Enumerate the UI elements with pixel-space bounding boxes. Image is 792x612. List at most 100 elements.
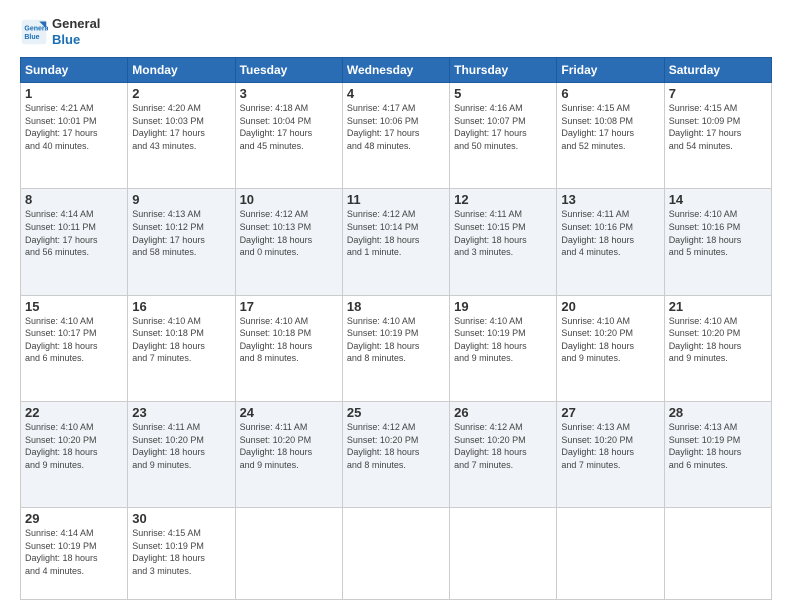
day-number: 23: [132, 405, 230, 420]
calendar-cell: 20Sunrise: 4:10 AMSunset: 10:20 PMDaylig…: [557, 295, 664, 401]
day-info: Sunrise: 4:21 AMSunset: 10:01 PMDaylight…: [25, 102, 123, 152]
calendar-cell: 22Sunrise: 4:10 AMSunset: 10:20 PMDaylig…: [21, 401, 128, 507]
day-number: 1: [25, 86, 123, 101]
day-info: Sunrise: 4:12 AMSunset: 10:13 PMDaylight…: [240, 208, 338, 258]
day-info: Sunrise: 4:10 AMSunset: 10:18 PMDaylight…: [240, 315, 338, 365]
calendar-cell: [450, 508, 557, 600]
calendar-header-wednesday: Wednesday: [342, 58, 449, 83]
calendar-cell: 29Sunrise: 4:14 AMSunset: 10:19 PMDaylig…: [21, 508, 128, 600]
day-info: Sunrise: 4:11 AMSunset: 10:20 PMDaylight…: [132, 421, 230, 471]
calendar-week-row: 1Sunrise: 4:21 AMSunset: 10:01 PMDayligh…: [21, 83, 772, 189]
day-info: Sunrise: 4:15 AMSunset: 10:08 PMDaylight…: [561, 102, 659, 152]
day-info: Sunrise: 4:10 AMSunset: 10:19 PMDaylight…: [347, 315, 445, 365]
calendar-cell: 6Sunrise: 4:15 AMSunset: 10:08 PMDayligh…: [557, 83, 664, 189]
day-info: Sunrise: 4:14 AMSunset: 10:11 PMDaylight…: [25, 208, 123, 258]
calendar-cell: 11Sunrise: 4:12 AMSunset: 10:14 PMDaylig…: [342, 189, 449, 295]
calendar-cell: 25Sunrise: 4:12 AMSunset: 10:20 PMDaylig…: [342, 401, 449, 507]
day-number: 12: [454, 192, 552, 207]
day-number: 26: [454, 405, 552, 420]
day-info: Sunrise: 4:10 AMSunset: 10:20 PMDaylight…: [25, 421, 123, 471]
calendar-cell: 17Sunrise: 4:10 AMSunset: 10:18 PMDaylig…: [235, 295, 342, 401]
day-info: Sunrise: 4:10 AMSunset: 10:16 PMDaylight…: [669, 208, 767, 258]
day-number: 5: [454, 86, 552, 101]
logo-line2: Blue: [52, 32, 100, 48]
day-number: 18: [347, 299, 445, 314]
calendar-header-thursday: Thursday: [450, 58, 557, 83]
calendar-header-tuesday: Tuesday: [235, 58, 342, 83]
day-number: 13: [561, 192, 659, 207]
logo-text: GeneralBlue: [52, 16, 100, 47]
day-number: 7: [669, 86, 767, 101]
calendar-week-row: 22Sunrise: 4:10 AMSunset: 10:20 PMDaylig…: [21, 401, 772, 507]
day-number: 8: [25, 192, 123, 207]
day-info: Sunrise: 4:10 AMSunset: 10:19 PMDaylight…: [454, 315, 552, 365]
day-info: Sunrise: 4:20 AMSunset: 10:03 PMDaylight…: [132, 102, 230, 152]
day-info: Sunrise: 4:11 AMSunset: 10:20 PMDaylight…: [240, 421, 338, 471]
day-number: 11: [347, 192, 445, 207]
calendar-header-sunday: Sunday: [21, 58, 128, 83]
calendar-cell: 16Sunrise: 4:10 AMSunset: 10:18 PMDaylig…: [128, 295, 235, 401]
calendar-table: SundayMondayTuesdayWednesdayThursdayFrid…: [20, 57, 772, 600]
calendar-cell: 10Sunrise: 4:12 AMSunset: 10:13 PMDaylig…: [235, 189, 342, 295]
day-number: 21: [669, 299, 767, 314]
day-number: 25: [347, 405, 445, 420]
day-number: 4: [347, 86, 445, 101]
calendar-week-row: 15Sunrise: 4:10 AMSunset: 10:17 PMDaylig…: [21, 295, 772, 401]
calendar-cell: 27Sunrise: 4:13 AMSunset: 10:20 PMDaylig…: [557, 401, 664, 507]
calendar-cell: 14Sunrise: 4:10 AMSunset: 10:16 PMDaylig…: [664, 189, 771, 295]
calendar-header-monday: Monday: [128, 58, 235, 83]
svg-text:Blue: Blue: [24, 34, 39, 41]
day-info: Sunrise: 4:10 AMSunset: 10:18 PMDaylight…: [132, 315, 230, 365]
day-info: Sunrise: 4:18 AMSunset: 10:04 PMDaylight…: [240, 102, 338, 152]
calendar-cell: 12Sunrise: 4:11 AMSunset: 10:15 PMDaylig…: [450, 189, 557, 295]
calendar-cell: 3Sunrise: 4:18 AMSunset: 10:04 PMDayligh…: [235, 83, 342, 189]
day-number: 16: [132, 299, 230, 314]
header: General Blue GeneralBlue: [20, 16, 772, 47]
day-number: 19: [454, 299, 552, 314]
day-info: Sunrise: 4:17 AMSunset: 10:06 PMDaylight…: [347, 102, 445, 152]
day-number: 20: [561, 299, 659, 314]
day-info: Sunrise: 4:10 AMSunset: 10:20 PMDaylight…: [669, 315, 767, 365]
day-number: 30: [132, 511, 230, 526]
calendar-cell: 21Sunrise: 4:10 AMSunset: 10:20 PMDaylig…: [664, 295, 771, 401]
day-info: Sunrise: 4:11 AMSunset: 10:15 PMDaylight…: [454, 208, 552, 258]
day-number: 9: [132, 192, 230, 207]
calendar-cell: 1Sunrise: 4:21 AMSunset: 10:01 PMDayligh…: [21, 83, 128, 189]
calendar-cell: 23Sunrise: 4:11 AMSunset: 10:20 PMDaylig…: [128, 401, 235, 507]
calendar-cell: 8Sunrise: 4:14 AMSunset: 10:11 PMDayligh…: [21, 189, 128, 295]
calendar-week-row: 29Sunrise: 4:14 AMSunset: 10:19 PMDaylig…: [21, 508, 772, 600]
day-number: 14: [669, 192, 767, 207]
day-info: Sunrise: 4:16 AMSunset: 10:07 PMDaylight…: [454, 102, 552, 152]
calendar-cell: [664, 508, 771, 600]
day-info: Sunrise: 4:13 AMSunset: 10:12 PMDaylight…: [132, 208, 230, 258]
day-number: 22: [25, 405, 123, 420]
calendar-cell: 19Sunrise: 4:10 AMSunset: 10:19 PMDaylig…: [450, 295, 557, 401]
day-number: 10: [240, 192, 338, 207]
calendar-cell: 5Sunrise: 4:16 AMSunset: 10:07 PMDayligh…: [450, 83, 557, 189]
page: General Blue GeneralBlue SundayMondayTue…: [0, 0, 792, 612]
day-number: 15: [25, 299, 123, 314]
day-number: 6: [561, 86, 659, 101]
calendar-header-row: SundayMondayTuesdayWednesdayThursdayFrid…: [21, 58, 772, 83]
day-info: Sunrise: 4:14 AMSunset: 10:19 PMDaylight…: [25, 527, 123, 577]
calendar-cell: 15Sunrise: 4:10 AMSunset: 10:17 PMDaylig…: [21, 295, 128, 401]
calendar-cell: 9Sunrise: 4:13 AMSunset: 10:12 PMDayligh…: [128, 189, 235, 295]
day-info: Sunrise: 4:10 AMSunset: 10:20 PMDaylight…: [561, 315, 659, 365]
calendar-cell: 13Sunrise: 4:11 AMSunset: 10:16 PMDaylig…: [557, 189, 664, 295]
day-number: 2: [132, 86, 230, 101]
day-info: Sunrise: 4:10 AMSunset: 10:17 PMDaylight…: [25, 315, 123, 365]
logo-icon: General Blue: [20, 18, 48, 46]
day-info: Sunrise: 4:12 AMSunset: 10:20 PMDaylight…: [347, 421, 445, 471]
day-info: Sunrise: 4:13 AMSunset: 10:20 PMDaylight…: [561, 421, 659, 471]
calendar-cell: [342, 508, 449, 600]
day-number: 28: [669, 405, 767, 420]
logo: General Blue GeneralBlue: [20, 16, 100, 47]
calendar-cell: 30Sunrise: 4:15 AMSunset: 10:19 PMDaylig…: [128, 508, 235, 600]
day-info: Sunrise: 4:11 AMSunset: 10:16 PMDaylight…: [561, 208, 659, 258]
calendar-cell: 28Sunrise: 4:13 AMSunset: 10:19 PMDaylig…: [664, 401, 771, 507]
calendar-cell: 24Sunrise: 4:11 AMSunset: 10:20 PMDaylig…: [235, 401, 342, 507]
day-number: 29: [25, 511, 123, 526]
day-number: 3: [240, 86, 338, 101]
calendar-cell: [557, 508, 664, 600]
day-info: Sunrise: 4:12 AMSunset: 10:14 PMDaylight…: [347, 208, 445, 258]
